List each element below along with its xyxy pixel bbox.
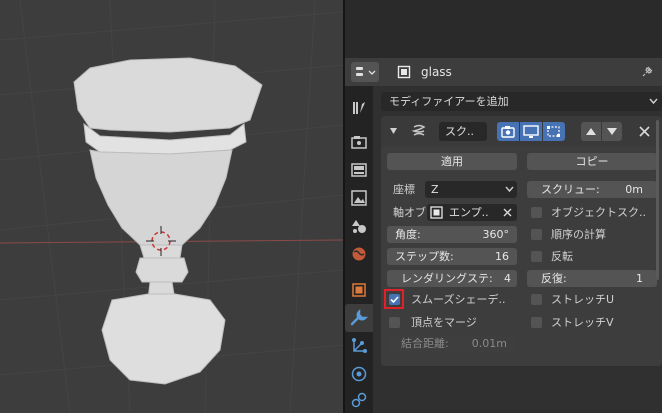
angle-value: 360° <box>482 228 510 241</box>
close-icon[interactable] <box>639 126 650 137</box>
view-layer-icon[interactable] <box>351 190 367 206</box>
steps-value: 16 <box>495 250 509 263</box>
physics-icon[interactable] <box>351 366 367 382</box>
pin-icon[interactable] <box>641 64 655 78</box>
properties-tab-bar <box>345 86 373 413</box>
apply-button[interactable]: 適用 <box>387 153 517 170</box>
iterations-value: 1 <box>636 272 643 285</box>
modifier-name-field[interactable]: スク.. <box>439 122 487 141</box>
merge-vertices-label: 頂点をマージ <box>411 316 477 329</box>
angle-label: 角度: <box>395 228 421 241</box>
stretch-v-label: ストレッチV <box>551 316 614 329</box>
viewport-scene <box>0 0 343 413</box>
output-icon[interactable] <box>351 162 367 178</box>
add-modifier-label: モディファイアーを追加 <box>389 95 509 108</box>
merge-distance-label: 結合距離: <box>401 337 449 350</box>
add-modifier-dropdown[interactable]: モディファイアーを追加 <box>381 92 662 111</box>
monitor-icon <box>523 125 539 138</box>
3d-viewport[interactable] <box>0 0 343 413</box>
iterations-field[interactable]: 反復: 1 <box>527 270 657 287</box>
stretch-u-label: ストレッチU <box>551 293 615 306</box>
world-icon[interactable] <box>351 246 367 262</box>
properties-scrollbar[interactable] <box>656 120 659 280</box>
glass-mesh <box>73 57 263 385</box>
merge-distance-value: 0.01m <box>471 337 507 350</box>
show-render-toggle[interactable] <box>543 122 565 141</box>
screw-label: スクリュー: <box>541 183 600 196</box>
show-viewport-toggle[interactable] <box>520 122 542 141</box>
flip-checkbox[interactable] <box>531 251 542 262</box>
clear-x-icon[interactable] <box>503 208 512 217</box>
object-screw-checkbox[interactable] <box>531 207 542 218</box>
move-down-button[interactable] <box>602 122 622 141</box>
camera-icon <box>501 126 515 138</box>
object-icon <box>397 65 411 79</box>
collapse-toggle-icon[interactable] <box>389 127 398 135</box>
render-steps-field[interactable]: レンダリングステ: 4 <box>387 270 517 287</box>
show-in-editmode-toggle[interactable] <box>497 122 519 141</box>
checkmark-icon <box>390 296 399 304</box>
particles-icon[interactable] <box>351 338 367 354</box>
render-icon[interactable] <box>351 134 367 150</box>
object-screw-label: オブジェクトスク.. <box>551 206 646 219</box>
empty-object-icon <box>430 206 443 219</box>
merge-vertices-checkbox[interactable] <box>389 317 400 328</box>
screw-field[interactable]: スクリュー: 0m <box>527 181 657 198</box>
axis-object-field[interactable]: エンプ.. <box>427 204 517 221</box>
axis-value: Z <box>431 183 439 196</box>
triangle-down-icon <box>607 128 617 135</box>
modifier-icon <box>350 308 369 326</box>
properties-editor: glass モディファイアーを追加 スク.. 適用 コピー 座標 Z 軸オブ エ… <box>345 0 662 413</box>
editmode-icon <box>547 126 560 137</box>
axis-object-label: 軸オブ <box>393 206 426 219</box>
screw-value: 0m <box>625 183 643 196</box>
stretch-v-checkbox[interactable] <box>531 317 542 328</box>
axis-label: 座標 <box>393 183 415 196</box>
tool-icon[interactable] <box>351 100 367 116</box>
steps-field[interactable]: ステップ数: 16 <box>387 248 517 265</box>
flip-label: 反転 <box>551 250 573 263</box>
copy-button[interactable]: コピー <box>527 153 657 170</box>
stretch-u-checkbox[interactable] <box>531 294 542 305</box>
angle-field[interactable]: 角度: 360° <box>387 226 517 243</box>
render-steps-value: 4 <box>504 272 511 285</box>
render-steps-label: レンダリングステ: <box>401 272 493 285</box>
calc-order-label: 順序の計算 <box>551 228 606 241</box>
smooth-shading-checkbox[interactable] <box>389 294 400 305</box>
calc-order-checkbox[interactable] <box>531 229 542 240</box>
object-icon[interactable] <box>351 282 367 298</box>
properties-header: glass <box>345 58 662 86</box>
screw-modifier-panel: スク.. 適用 コピー 座標 Z 軸オブ エンプ.. 角度: 360° ステップ… <box>381 116 662 366</box>
object-name: glass <box>421 65 452 79</box>
iterations-label: 反復: <box>541 272 567 285</box>
properties-top-strip <box>345 0 662 58</box>
modifier-header: スク.. <box>381 116 662 146</box>
smooth-shading-label: スムーズシェーデ.. <box>411 293 506 306</box>
merge-distance-field[interactable]: 結合距離: 0.01m <box>387 335 517 352</box>
axis-object-value: エンプ.. <box>449 206 489 219</box>
steps-label: ステップ数: <box>395 250 454 263</box>
triangle-up-icon <box>586 128 596 135</box>
chevron-down-icon <box>649 98 658 105</box>
constraints-icon[interactable] <box>351 392 367 408</box>
move-up-button[interactable] <box>581 122 601 141</box>
chevron-down-icon <box>505 186 514 193</box>
editor-type-menu[interactable] <box>351 62 379 82</box>
properties-editor-icon <box>356 67 376 76</box>
scene-icon[interactable] <box>351 218 367 234</box>
screw-modifier-icon <box>411 124 426 136</box>
axis-dropdown[interactable]: Z <box>425 181 517 198</box>
tab-modifiers-active[interactable] <box>345 304 373 332</box>
